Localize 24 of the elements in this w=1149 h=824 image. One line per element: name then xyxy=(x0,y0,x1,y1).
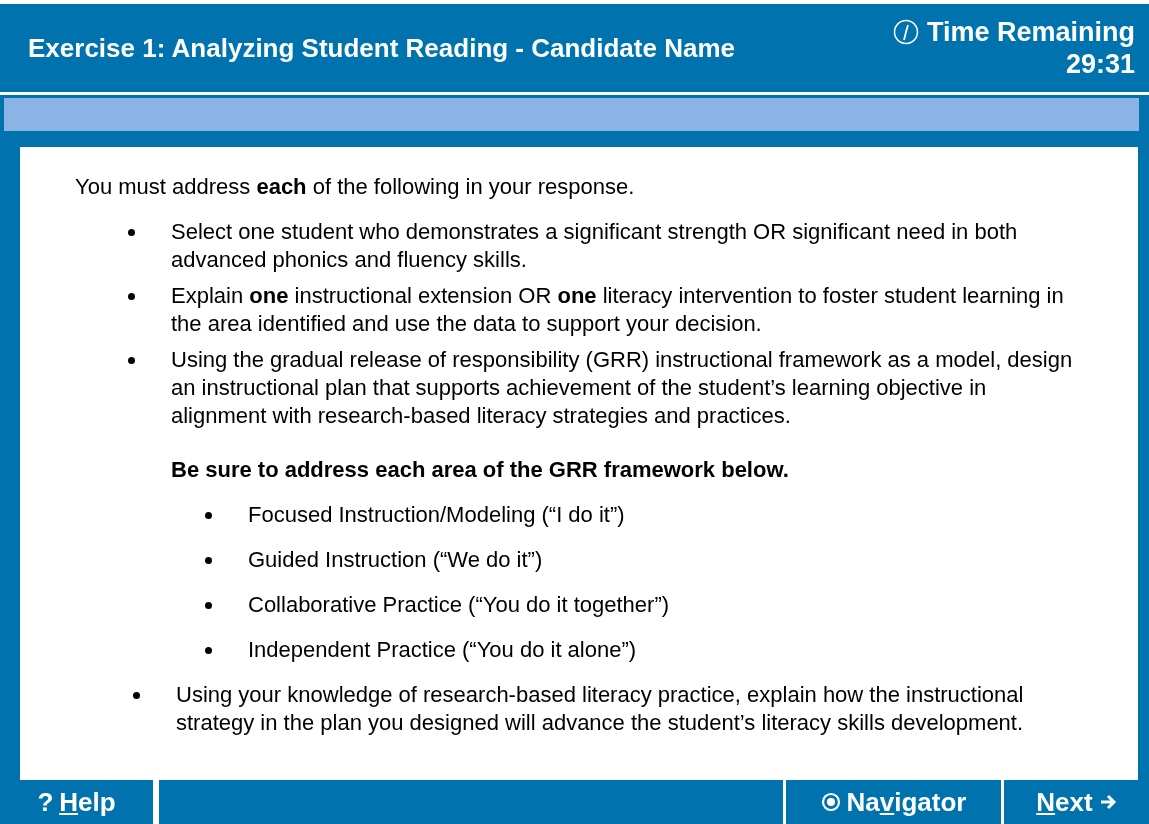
bullet-icon xyxy=(205,647,212,654)
bullet-icon xyxy=(128,229,135,236)
intro-text: You must address each of the following in your response. xyxy=(75,173,636,201)
clock-icon xyxy=(892,19,919,45)
exercise-title: Exercise 1: Analyzing Student Reading - Candidate Name xyxy=(28,32,735,64)
bullet-icon xyxy=(205,602,212,609)
bullet-text: Focused Instruction/Modeling (“I do it”) xyxy=(248,501,625,529)
bullet-icon xyxy=(128,357,135,364)
bullet-text: Explain one instructional extension OR one literacy intervention to foster student learning in the area identified and use the data to support your decision. xyxy=(171,282,1065,338)
bullet-text: Guided Instruction (“We do it”) xyxy=(248,546,543,574)
bullet-text: Select one student who demonstrates a significant strength OR significant need in both advanced phonics and fluency skills. xyxy=(171,218,1019,274)
bullet-icon xyxy=(133,692,140,699)
subheading: Be sure to address each area of the GRR framework below. xyxy=(171,456,790,484)
bullet-text: Using your knowledge of research-based literacy practice, explain how the instructional strategy in the plan you designed will advance the student’s literacy skills development. xyxy=(176,681,1025,737)
bullet-icon xyxy=(205,512,212,519)
timer-label: Time Remaining xyxy=(926,16,1135,48)
timer-value: 29:31 xyxy=(1065,48,1135,80)
radio-icon xyxy=(820,792,841,812)
bullet-text: Independent Practice (“You do it alone”) xyxy=(248,636,637,664)
arrow-right-icon xyxy=(1098,793,1117,811)
bullet-text: Collaborative Practice (“You do it together”) xyxy=(248,591,670,619)
bullet-icon xyxy=(205,557,212,564)
bullet-text: Using the gradual release of responsibility (GRR) instructional framework as a model, design an instructional plan that supports achievement of the student’s learning objective in alignment with research-based literacy strategies and practices. xyxy=(171,346,1074,430)
bullet-icon xyxy=(128,293,135,300)
